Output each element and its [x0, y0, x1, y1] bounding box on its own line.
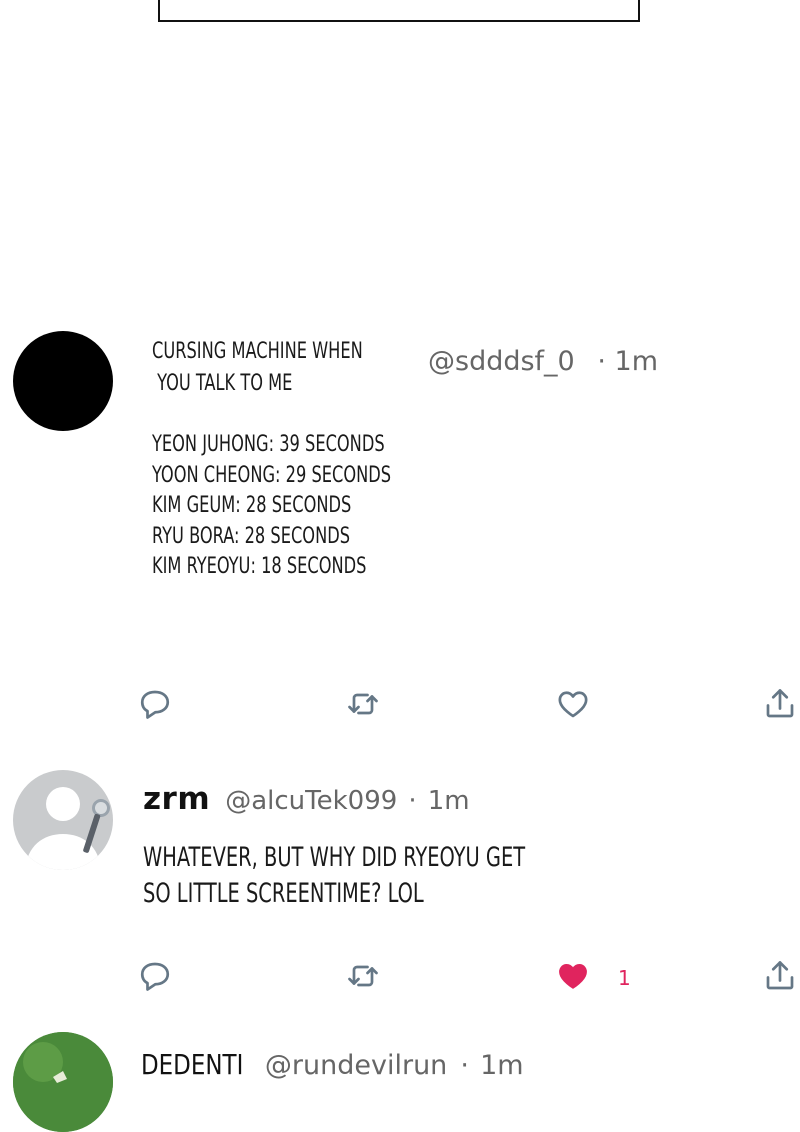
tweet-actions: 1 — [0, 958, 800, 998]
tweet-body-line: SO LITTLE SCREENTIME? LOL — [143, 878, 424, 909]
display-name[interactable]: DEDENTI — [141, 1048, 243, 1081]
tweet-meta: @sdddsf_0 · 1m — [428, 346, 658, 377]
retweet-icon[interactable] — [345, 958, 381, 994]
avatar[interactable] — [13, 331, 113, 431]
grass-photo-icon — [13, 1032, 113, 1132]
tweet-body: WHATEVER, BUT WHY DID RYEOYU GET SO LITT… — [143, 840, 525, 912]
user-handle[interactable]: @sdddsf_0 — [428, 346, 575, 377]
tweet-title-line: YOU TALK TO ME — [152, 371, 293, 396]
retweet-icon[interactable] — [345, 686, 381, 722]
tweet-title-line: CURSING MACHINE WHEN — [152, 339, 363, 364]
heart-filled-icon[interactable] — [555, 958, 591, 994]
display-name[interactable]: zrm — [143, 781, 210, 817]
reply-icon[interactable] — [137, 958, 173, 994]
avatar[interactable] — [13, 770, 113, 870]
tweet-actions — [0, 686, 800, 726]
list-item: RYU BORA: 28 SECONDS — [152, 523, 351, 549]
default-user-icon — [25, 787, 110, 870]
list-item: KIM RYEOYU: 18 SECONDS — [152, 554, 367, 579]
tweet-body-line: WHATEVER, BUT WHY DID RYEOYU GET — [143, 842, 526, 873]
reply-icon[interactable] — [137, 686, 173, 722]
avatar[interactable] — [13, 1032, 113, 1132]
timestamp[interactable]: 1m — [480, 1050, 523, 1081]
separator-dot: · — [597, 346, 606, 377]
user-handle[interactable]: @rundevilrun — [265, 1050, 447, 1081]
tweet-title: CURSING MACHINE WHEN YOU TALK TO ME — [152, 336, 363, 400]
tweet-header: DEDENTI @rundevilrun · 1m — [141, 1048, 524, 1081]
panel-frame — [158, 0, 640, 22]
separator-dot: · — [408, 786, 417, 816]
timestamp[interactable]: 1m — [428, 786, 470, 816]
share-icon[interactable] — [762, 958, 798, 994]
list-item: KIM GEUM: 28 SECONDS — [152, 493, 352, 518]
tweet-header: zrm @alcuTek099 · 1m — [143, 781, 470, 817]
list-item: YEON JUHONG: 39 SECONDS — [152, 432, 385, 457]
share-icon[interactable] — [762, 686, 798, 722]
heart-icon[interactable] — [555, 686, 591, 722]
timestamp[interactable]: 1m — [615, 346, 658, 377]
tweet-body-list: YEON JUHONG: 39 SECONDS YOON CHEONG: 29 … — [152, 430, 391, 583]
separator-dot: · — [460, 1050, 469, 1081]
like-count: 1 — [618, 966, 631, 990]
user-handle[interactable]: @alcuTek099 — [225, 786, 397, 816]
list-item: YOON CHEONG: 29 SECONDS — [152, 462, 392, 488]
